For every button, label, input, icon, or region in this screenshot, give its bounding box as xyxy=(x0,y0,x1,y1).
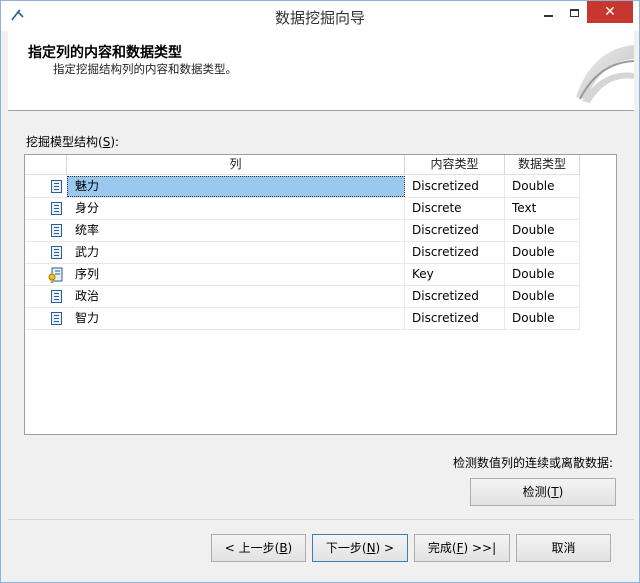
cell-content-type[interactable]: Key xyxy=(405,264,505,285)
table-row[interactable]: 智力 Discretized Double xyxy=(25,308,580,330)
maximize-button[interactable] xyxy=(561,1,587,23)
mining-structure-grid[interactable]: 列 内容类型 数据类型 魅力 Discretized Double 身分 Dis… xyxy=(24,154,617,435)
column-icon xyxy=(51,312,62,325)
close-button[interactable]: ✕ xyxy=(587,1,633,23)
column-header-content-type[interactable]: 内容类型 xyxy=(405,155,505,175)
page-title: 指定列的内容和数据类型 xyxy=(28,45,182,61)
cell-content-type[interactable]: Discretized xyxy=(405,176,505,197)
footer-divider xyxy=(8,519,634,520)
grid-body: 魅力 Discretized Double 身分 Discrete Text 统… xyxy=(25,176,580,330)
cell-column-name[interactable]: 身分 xyxy=(67,198,405,219)
cell-column-name[interactable]: 统率 xyxy=(67,220,405,241)
table-row[interactable]: 魅力 Discretized Double xyxy=(25,176,580,198)
cell-column-name[interactable]: 政治 xyxy=(67,286,405,307)
cell-content-type[interactable]: Discretized xyxy=(405,286,505,307)
key-column-icon xyxy=(48,267,63,283)
grid-corner xyxy=(25,155,67,175)
cell-content-type[interactable]: Discrete xyxy=(405,198,505,219)
table-row[interactable]: 身分 Discrete Text xyxy=(25,198,580,220)
cell-column-name[interactable]: 智力 xyxy=(67,308,405,329)
detect-button[interactable]: 检测(T) xyxy=(470,478,616,506)
wizard-banner-icon xyxy=(576,45,634,103)
cell-data-type[interactable]: Double xyxy=(505,176,580,197)
maximize-icon xyxy=(569,8,579,17)
page-subtitle: 指定挖掘结构列的内容和数据类型。 xyxy=(53,62,237,76)
minimize-icon xyxy=(543,14,553,17)
detect-label: 检测数值列的连续或离散数据: xyxy=(453,456,614,470)
next-button[interactable]: 下一步(N) > xyxy=(312,534,408,562)
cell-data-type[interactable]: Double xyxy=(505,220,580,241)
title-bar: 数据挖掘向导 ✕ xyxy=(1,1,639,31)
table-row[interactable]: 政治 Discretized Double xyxy=(25,286,580,308)
cell-column-name[interactable]: 序列 xyxy=(67,264,405,285)
cell-data-type[interactable]: Double xyxy=(505,308,580,329)
column-icon xyxy=(51,202,62,215)
close-icon: ✕ xyxy=(604,4,616,20)
column-icon xyxy=(51,180,62,193)
cell-data-type[interactable]: Double xyxy=(505,242,580,263)
cell-data-type[interactable]: Text xyxy=(505,198,580,219)
back-button[interactable]: < 上一步(B) xyxy=(211,534,306,562)
column-icon xyxy=(51,246,62,259)
cell-content-type[interactable]: Discretized xyxy=(405,308,505,329)
cell-content-type[interactable]: Discretized xyxy=(405,242,505,263)
cell-data-type[interactable]: Double xyxy=(505,264,580,285)
column-icon xyxy=(51,290,62,303)
wizard-header: 指定列的内容和数据类型 指定挖掘结构列的内容和数据类型。 xyxy=(8,31,634,111)
column-icon xyxy=(51,224,62,237)
cell-column-name[interactable]: 武力 xyxy=(67,242,405,263)
cell-column-name[interactable]: 魅力 xyxy=(67,176,405,197)
wizard-window: 数据挖掘向导 ✕ 指定列的内容和数据类型 指定挖掘结构列的内容和数据类型。 挖掘… xyxy=(0,0,640,583)
column-header-data-type[interactable]: 数据类型 xyxy=(505,155,580,175)
table-row[interactable]: 武力 Discretized Double xyxy=(25,242,580,264)
grid-header: 列 内容类型 数据类型 xyxy=(25,155,580,175)
table-row[interactable]: 统率 Discretized Double xyxy=(25,220,580,242)
structure-label: 挖掘模型结构(S): xyxy=(26,135,120,149)
minimize-button[interactable] xyxy=(535,1,561,23)
column-header-name[interactable]: 列 xyxy=(67,155,405,175)
cell-content-type[interactable]: Discretized xyxy=(405,220,505,241)
table-row[interactable]: 序列 Key Double xyxy=(25,264,580,286)
cell-data-type[interactable]: Double xyxy=(505,286,580,307)
cancel-button[interactable]: 取消 xyxy=(516,534,611,562)
finish-button[interactable]: 完成(F) >>| xyxy=(414,534,510,562)
